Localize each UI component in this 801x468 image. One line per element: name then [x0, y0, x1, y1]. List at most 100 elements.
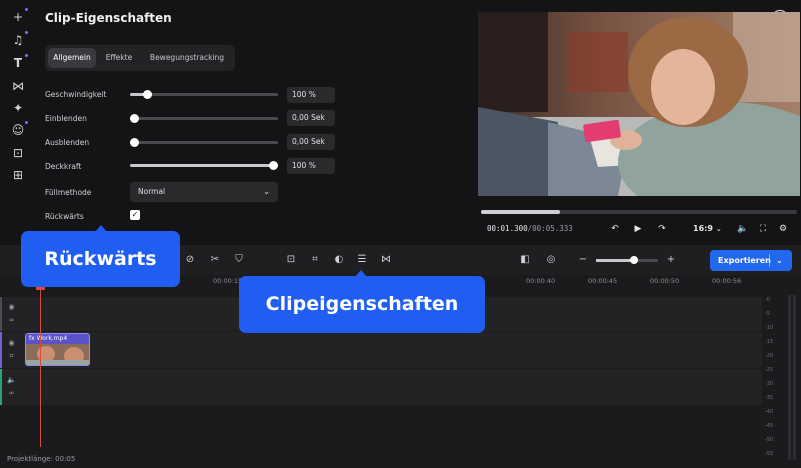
reverse-label: Rückwärts	[45, 212, 84, 221]
music-icon[interactable]: ♫	[10, 31, 28, 48]
opacity-value[interactable]: 100 %	[287, 158, 335, 174]
speed-slider-thumb[interactable]	[143, 90, 153, 99]
link-icon[interactable]: ∞	[7, 389, 16, 398]
speed-value[interactable]: 100 %	[287, 87, 335, 103]
reverse-checkbox[interactable]: ✓	[130, 210, 140, 220]
templates-icon[interactable]: ⊞	[10, 167, 26, 183]
preview-panel: ?	[472, 0, 801, 245]
zoom-fill	[596, 259, 633, 262]
aspect-ratio-select[interactable]: 16:9 ⌄	[693, 222, 722, 236]
meter-label: -35	[765, 395, 774, 401]
panel-title: Clip-Eigenschaften	[45, 11, 172, 25]
transition-icon[interactable]: ⋈	[379, 253, 393, 267]
total-time: /00:05.333	[527, 224, 573, 233]
playhead[interactable]	[40, 287, 41, 447]
meter-bar-right	[793, 295, 796, 460]
export-divider	[769, 254, 770, 267]
snap-icon[interactable]: ◎	[544, 253, 558, 267]
disable-icon[interactable]: ⊘	[183, 253, 197, 267]
meter-label: -0	[765, 297, 770, 303]
track-accent	[0, 332, 2, 368]
clip-fx-badge: fx	[29, 335, 35, 342]
meter-bar-left	[788, 295, 791, 460]
meter-label: -5	[765, 311, 770, 317]
app-window: + ♫ T ⋈ ✦ ☺ ⊡ ⊞ Clip-Eigenschaften Allge…	[0, 0, 801, 468]
fill-method-label: Füllmethode	[45, 188, 92, 197]
video-track[interactable]: ◉ ⌗	[0, 332, 762, 368]
clip-header: fx Work.mp4	[26, 334, 89, 344]
speaker-icon[interactable]: 🔈	[7, 376, 16, 385]
fill-method-select[interactable]: Normal ⌄	[130, 182, 278, 202]
video-frame	[478, 12, 800, 196]
zoom-in-icon[interactable]: +	[664, 253, 678, 267]
eye-icon[interactable]: ◉	[7, 339, 16, 348]
lock-icon[interactable]: ⌗	[7, 352, 16, 361]
project-length: Projektlänge: 00:05	[7, 455, 76, 463]
fade-out-value[interactable]: 0,00 Sek	[287, 134, 335, 150]
text-icon[interactable]: T	[10, 54, 28, 71]
video-clip[interactable]: fx Work.mp4	[25, 333, 90, 366]
elements-icon[interactable]: ⊡	[10, 145, 26, 161]
ruler-label: 00:00:40	[526, 277, 556, 285]
fade-out-slider-thumb[interactable]	[130, 138, 139, 147]
opacity-slider[interactable]	[130, 161, 278, 170]
sticker-icon[interactable]: ☺	[10, 121, 28, 138]
chevron-down-icon: ⌄	[263, 187, 270, 196]
opacity-slider-thumb[interactable]	[269, 161, 278, 170]
track-accent	[0, 369, 2, 405]
crop-icon[interactable]: ⌗	[308, 253, 322, 267]
meter-label: -40	[765, 409, 774, 415]
link-icon[interactable]: ∞	[7, 316, 16, 325]
opacity-label: Deckkraft	[45, 162, 82, 171]
ruler-label: 00:00:15	[213, 277, 243, 285]
export-button[interactable]: Exportieren ⌄	[710, 250, 792, 271]
tab-general[interactable]: Allgemein	[48, 48, 96, 68]
add-media-icon[interactable]: +	[10, 8, 28, 25]
clip-properties-icon[interactable]: ☰	[355, 253, 369, 267]
zoom-thumb[interactable]	[630, 256, 638, 264]
zoom-out-icon[interactable]: −	[576, 253, 590, 267]
tab-motion-tracking[interactable]: Bewegungstracking	[142, 48, 232, 68]
effects-icon[interactable]: ✦	[10, 100, 26, 116]
fade-in-slider[interactable]	[130, 114, 278, 123]
meter-label: -10	[765, 325, 774, 331]
callout-pointer	[95, 225, 107, 232]
fade-in-label: Einblenden	[45, 114, 87, 123]
undo-step-icon[interactable]: ↶	[608, 222, 622, 236]
fade-out-label: Ausblenden	[45, 138, 90, 147]
fade-out-slider[interactable]	[130, 138, 278, 147]
current-time: 00:01.300	[487, 224, 528, 233]
meter-label: -45	[765, 423, 774, 429]
fade-in-slider-thumb[interactable]	[130, 114, 139, 123]
meter-label: -15	[765, 339, 774, 345]
callout-clip-properties: Clipeigenschaften	[239, 276, 485, 333]
speed-label: Geschwindigkeit	[45, 90, 107, 99]
play-icon[interactable]: ▶	[631, 222, 645, 236]
status-bar: Projektlänge: 00:05	[0, 447, 762, 468]
meter-label: -20	[765, 353, 774, 359]
speed-slider[interactable]	[130, 90, 278, 99]
audio-split-icon[interactable]: ◧	[518, 253, 532, 267]
speed-icon[interactable]: ◐	[332, 253, 346, 267]
tab-effects[interactable]: Effekte	[100, 48, 138, 68]
meter-label: -30	[765, 381, 774, 387]
fullscreen-icon[interactable]: ⛶	[756, 222, 770, 236]
screenshot-icon[interactable]: ⊡	[284, 253, 298, 267]
audio-track[interactable]: 🔈 ∞	[0, 369, 762, 405]
volume-icon[interactable]: 🔈	[736, 222, 750, 236]
shield-icon[interactable]: ⛉	[232, 253, 246, 267]
redo-step-icon[interactable]: ↷	[655, 222, 669, 236]
playback-progress[interactable]	[481, 210, 797, 214]
properties-tabs: Allgemein Effekte Bewegungstracking	[45, 45, 235, 71]
zoom-slider[interactable]	[596, 256, 658, 264]
meter-label: -25	[765, 367, 774, 373]
chevron-down-icon[interactable]: ⌄	[776, 250, 783, 271]
transition-icon[interactable]: ⋈	[10, 78, 26, 94]
video-image	[478, 12, 800, 196]
gear-icon[interactable]: ⚙	[776, 222, 790, 236]
fade-in-value[interactable]: 0,00 Sek	[287, 110, 335, 126]
eye-icon[interactable]: ◉	[7, 303, 16, 312]
scissors-icon[interactable]: ✂	[208, 253, 222, 267]
audio-meter: -0 -5 -10 -15 -20 -25 -30 -35 -40 -45 -5…	[762, 275, 801, 468]
progress-fill	[481, 210, 560, 214]
